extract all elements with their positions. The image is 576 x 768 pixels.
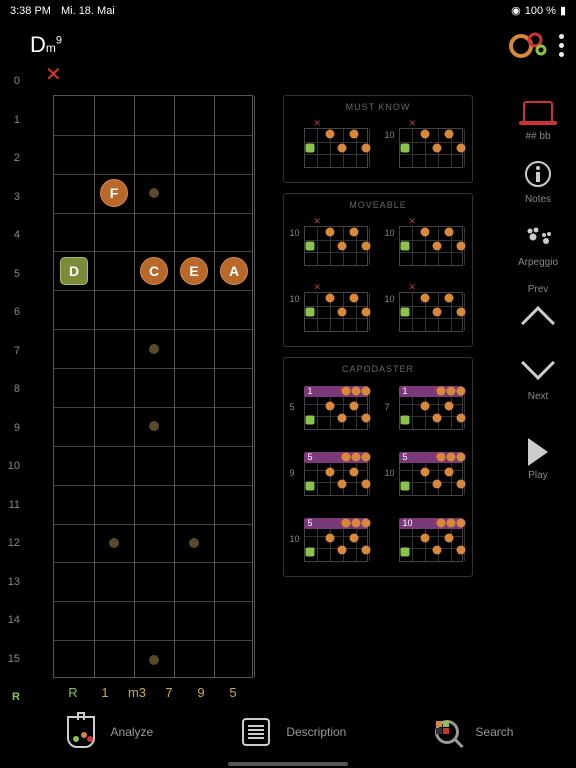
notes-button[interactable]: Notes (522, 158, 554, 205)
status-date: Mi. 18. Mai (61, 5, 115, 17)
menu-icon[interactable] (559, 34, 564, 57)
section-moveable: MOVEABLE✕10✕10✕10✕10 (283, 193, 473, 347)
status-bar: 3:38 PM Mi. 18. Mai ◉ 100 % ▮ (0, 0, 576, 21)
arpeggio-button[interactable]: Arpeggio (518, 221, 558, 268)
chord-name: Dm9 (30, 32, 62, 58)
chord-shape[interactable]: ✕10 (385, 120, 467, 176)
note-E[interactable]: E (180, 257, 208, 285)
graduation-icon (523, 101, 553, 121)
chord-shape[interactable]: 1✕5 (290, 382, 372, 438)
wifi-icon: ◉ (511, 4, 521, 17)
search-icon (431, 716, 463, 748)
bottom-bar: Analyze Description Search (0, 706, 576, 758)
next-button[interactable] (526, 351, 550, 375)
flask-icon (67, 716, 95, 748)
chevron-down-icon (521, 346, 555, 380)
next-label: Next (528, 391, 549, 402)
prev-button[interactable] (526, 311, 550, 335)
fret-numbers: 0123456789101112131415R (2, 62, 20, 702)
chord-shapes-panel: MUST KNOW✕✕10 MOVEABLE✕10✕10✕10✕10CAPODAS… (283, 95, 473, 698)
chord-shape[interactable]: ✕10 (290, 284, 372, 340)
note-D[interactable]: D (60, 257, 88, 285)
chord-shape[interactable]: ✕ (290, 120, 372, 176)
chord-shape[interactable]: ✕10 (385, 218, 467, 274)
chord-shape[interactable]: 5✕10 (385, 448, 467, 504)
document-icon (242, 718, 270, 746)
status-time: 3:38 PM (10, 5, 51, 17)
mute-string-icon: ✕ (45, 62, 62, 87)
play-icon (528, 438, 548, 466)
section-must know: MUST KNOW✕✕10 (283, 95, 473, 183)
chevron-up-icon (521, 306, 555, 340)
play-button[interactable]: Play (528, 438, 548, 481)
chord-shape[interactable]: 1✕7 (385, 382, 467, 438)
fretboard[interactable]: F D CEA (53, 95, 253, 678)
battery-icon: ▮ (560, 4, 566, 17)
analyze-button[interactable]: Analyze (63, 714, 154, 750)
prev-label: Prev (528, 284, 549, 295)
app-logo-icon[interactable] (509, 30, 549, 60)
chord-shape[interactable]: 5✕10 (290, 514, 372, 570)
home-indicator[interactable] (228, 762, 348, 766)
description-button[interactable]: Description (238, 714, 346, 750)
note-C[interactable]: C (140, 257, 168, 285)
chord-shape[interactable]: 5✕9 (290, 448, 372, 504)
search-button[interactable]: Search (431, 716, 513, 748)
chord-shape[interactable]: 10✕ (385, 514, 467, 570)
chord-shape[interactable]: ✕10 (290, 218, 372, 274)
note-A[interactable]: A (220, 257, 248, 285)
interval-row: R 1 m3 7 9 5 (53, 685, 253, 700)
note-F[interactable]: F (100, 179, 128, 207)
battery-text: 100 % (525, 5, 556, 17)
chord-shape[interactable]: ✕10 (385, 284, 467, 340)
info-icon (522, 158, 554, 190)
paw-icon (522, 221, 554, 253)
section-capodaster: CAPODASTER1✕51✕75✕95✕105✕1010✕ (283, 357, 473, 577)
right-sidebar: ## bb Notes Arpeggio Prev Next Play (508, 95, 568, 481)
education-button[interactable]: ## bb (522, 95, 554, 142)
